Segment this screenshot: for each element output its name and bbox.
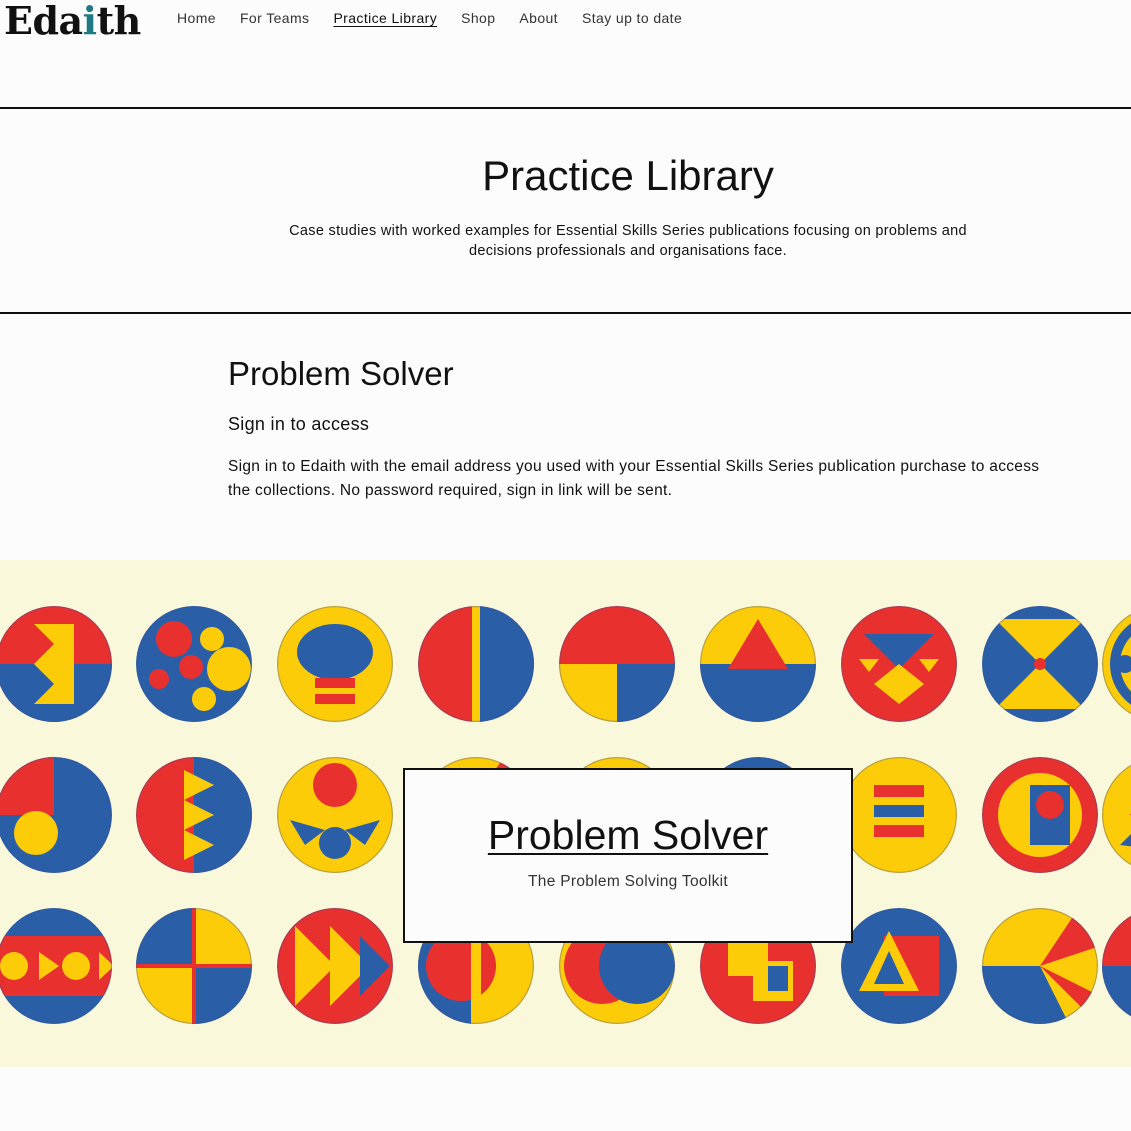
pattern-circle [841, 908, 957, 1024]
collection-card-subtitle: The Problem Solving Toolkit [528, 873, 728, 890]
pattern-circle [841, 757, 957, 873]
pattern-circle [1102, 606, 1131, 722]
pattern-circle [0, 757, 112, 873]
pattern-circle [982, 908, 1098, 1024]
pattern-circle [277, 757, 393, 873]
pattern-circle [418, 606, 534, 722]
section-body: Sign in to Edaith with the email address… [228, 458, 1040, 499]
page-title: Practice Library [482, 152, 774, 199]
section-title: Problem Solver [228, 355, 454, 392]
section-subtitle: Sign in to access [228, 414, 370, 434]
pattern-circle [136, 908, 252, 1024]
header-divider [0, 107, 1131, 109]
nav-about[interactable]: About [519, 10, 558, 26]
site-logo[interactable]: Edaith [4, 0, 141, 43]
pattern-circle [700, 606, 816, 722]
pattern-circle [136, 757, 252, 873]
collection-card-link[interactable]: Problem Solver [405, 812, 851, 859]
pattern-circle [982, 757, 1098, 873]
nav-practice-library[interactable]: Practice Library [333, 10, 437, 26]
pattern-circle [136, 606, 252, 722]
pattern-circle [277, 606, 393, 722]
nav-home[interactable]: Home [177, 10, 216, 26]
page-description: Case studies with worked examples for Es… [289, 223, 967, 259]
pattern-circle [1102, 757, 1131, 873]
pattern-circle [841, 606, 957, 722]
collection-card: Problem Solver The Problem Solving Toolk… [403, 768, 853, 943]
nav-for-teams[interactable]: For Teams [240, 10, 309, 26]
site-header: Edaith Home For Teams Practice Library S… [0, 0, 1131, 109]
main-nav: Home For Teams Practice Library Shop Abo… [177, 10, 682, 26]
pattern-circle [1102, 908, 1131, 1024]
hero-divider [0, 312, 1131, 314]
pattern-circle [0, 908, 112, 1024]
pattern-circle [0, 606, 112, 722]
pattern-circle [277, 908, 393, 1024]
nav-stay-up-to-date[interactable]: Stay up to date [582, 10, 682, 26]
nav-shop[interactable]: Shop [461, 10, 495, 26]
pattern-circle [982, 606, 1098, 722]
pattern-circle [559, 606, 675, 722]
